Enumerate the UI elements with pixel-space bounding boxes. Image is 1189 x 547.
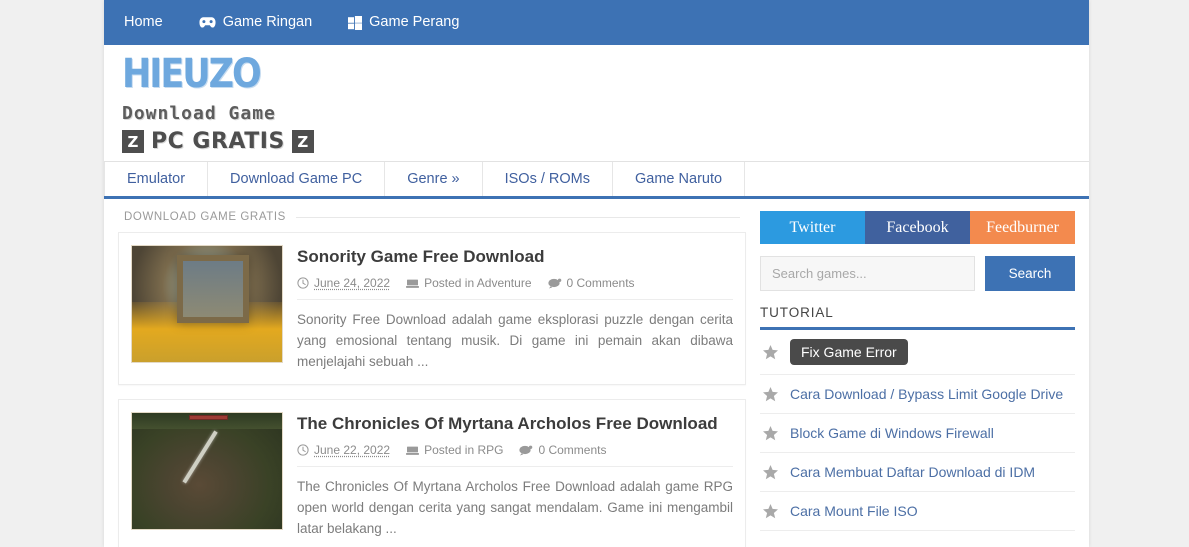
logo-pc-gratis-text: PC GRATIS (151, 129, 285, 154)
list-item[interactable]: Fix Game Error (760, 330, 1075, 375)
menu-item-isos-roms[interactable]: ISOs / ROMs (483, 162, 614, 196)
post-date-label: June 24, 2022 (314, 276, 391, 290)
post-comments[interactable]: 0 Comments (519, 443, 606, 457)
site-container: Home Game Ringan Game Perang HIEUZO Down… (104, 0, 1089, 547)
sidebar: Twitter Facebook Feedburner Search TUTOR… (760, 211, 1075, 547)
post-title[interactable]: Sonority Game Free Download (297, 247, 733, 267)
main-menu-bar: Emulator Download Game PC Genre » ISOs /… (104, 161, 1089, 199)
folder-icon (406, 445, 420, 456)
tutorial-link[interactable]: Cara Mount File ISO (790, 502, 918, 520)
logo-wordmark: HIEUZO (122, 51, 262, 98)
search-form: Search (760, 256, 1075, 291)
menu-item-game-naruto[interactable]: Game Naruto (613, 162, 746, 196)
tutorial-widget-title: TUTORIAL (760, 303, 1075, 330)
list-item[interactable]: Block Game di Windows Firewall (760, 414, 1075, 453)
star-icon (762, 503, 779, 520)
top-navigation-bar: Home Game Ringan Game Perang (104, 0, 1089, 45)
post-comments[interactable]: 0 Comments (547, 276, 635, 290)
post-body: The Chronicles Of Myrtana Archolos Free … (297, 412, 733, 539)
post-excerpt: The Chronicles Of Myrtana Archolos Free … (297, 479, 733, 536)
windows-icon (348, 15, 363, 30)
site-logo[interactable]: HIEUZO Download Game Z PC GRATIS Z (122, 49, 352, 154)
social-button-facebook[interactable]: Facebook (865, 211, 970, 244)
social-button-twitter[interactable]: Twitter (760, 211, 865, 244)
section-heading-rule (295, 216, 740, 218)
post-thumbnail[interactable] (131, 245, 283, 363)
content-area: DOWNLOAD GAME GRATIS Sonority Game Free … (104, 199, 1089, 547)
menu-item-emulator[interactable]: Emulator (104, 162, 209, 196)
star-icon (762, 464, 779, 481)
comment-icon (519, 445, 533, 456)
healthbar-overlay (189, 415, 228, 420)
social-buttons: Twitter Facebook Feedburner (760, 211, 1075, 244)
site-header: HIEUZO Download Game Z PC GRATIS Z (104, 45, 1089, 161)
topnav-label: Game Perang (369, 14, 460, 30)
post-category[interactable]: Posted in RPG (406, 443, 503, 457)
post-date[interactable]: June 22, 2022 (297, 443, 390, 457)
post-meta: June 24, 2022 Posted in Adventure 0 Comm… (297, 276, 733, 300)
post-thumbnail[interactable] (131, 412, 283, 530)
list-item[interactable]: Cara Membuat Daftar Download di IDM (760, 453, 1075, 492)
logo-subline: Z PC GRATIS Z (122, 129, 352, 154)
gamepad-icon (199, 16, 216, 29)
section-heading-label: DOWNLOAD GAME GRATIS (124, 211, 286, 223)
social-button-feedburner[interactable]: Feedburner (970, 211, 1075, 244)
post-card: Sonority Game Free Download June 24, 202… (118, 232, 746, 385)
tutorial-link[interactable]: Cara Download / Bypass Limit Google Driv… (790, 385, 1063, 403)
post-excerpt: Sonority Free Download adalah game ekspl… (297, 312, 733, 369)
star-icon (762, 425, 779, 442)
tutorial-link[interactable]: Block Game di Windows Firewall (790, 424, 994, 442)
menu-item-download-game-pc[interactable]: Download Game PC (208, 162, 386, 196)
topnav-item-game-perang[interactable]: Game Perang (330, 0, 477, 45)
main-column: DOWNLOAD GAME GRATIS Sonority Game Free … (118, 211, 746, 547)
clock-icon (297, 444, 309, 456)
post-title[interactable]: The Chronicles Of Myrtana Archolos Free … (297, 414, 733, 434)
post-comments-label: 0 Comments (566, 276, 635, 290)
tutorial-list: Fix Game Error Cara Download / Bypass Li… (760, 330, 1075, 531)
post-category-label: Posted in Adventure (424, 276, 532, 290)
page-root: Home Game Ringan Game Perang HIEUZO Down… (0, 0, 1189, 547)
star-icon (762, 344, 779, 361)
star-icon (762, 386, 779, 403)
list-item[interactable]: Cara Mount File ISO (760, 492, 1075, 531)
menu-item-genre[interactable]: Genre » (385, 162, 483, 196)
search-button[interactable]: Search (985, 256, 1075, 291)
folder-icon (406, 278, 420, 289)
logo-tagline: Download Game (122, 103, 276, 124)
topnav-item-game-ringan[interactable]: Game Ringan (181, 0, 330, 45)
clock-icon (297, 277, 309, 289)
post-meta: June 22, 2022 Posted in RPG 0 Comments (297, 443, 733, 467)
post-date[interactable]: June 24, 2022 (297, 276, 390, 290)
topnav-label: Game Ringan (222, 14, 313, 30)
section-heading: DOWNLOAD GAME GRATIS (118, 211, 746, 223)
post-comments-label: 0 Comments (538, 443, 607, 457)
topnav-item-home[interactable]: Home (120, 0, 181, 45)
comment-icon (547, 278, 562, 289)
logo-bolt-badge-left: Z (122, 130, 144, 153)
post-category[interactable]: Posted in Adventure (406, 276, 532, 290)
post-date-label: June 22, 2022 (314, 443, 391, 457)
post-category-label: Posted in RPG (424, 443, 504, 457)
search-input[interactable] (760, 256, 975, 291)
post-card: The Chronicles Of Myrtana Archolos Free … (118, 399, 746, 547)
topnav-label: Home (124, 14, 163, 30)
list-item[interactable]: Cara Download / Bypass Limit Google Driv… (760, 375, 1075, 414)
post-body: Sonority Game Free Download June 24, 202… (297, 245, 733, 372)
menu-spacer (745, 162, 1089, 196)
tutorial-link[interactable]: Fix Game Error (790, 339, 908, 365)
logo-bolt-badge-right: Z (291, 130, 314, 153)
tutorial-link[interactable]: Cara Membuat Daftar Download di IDM (790, 463, 1035, 481)
